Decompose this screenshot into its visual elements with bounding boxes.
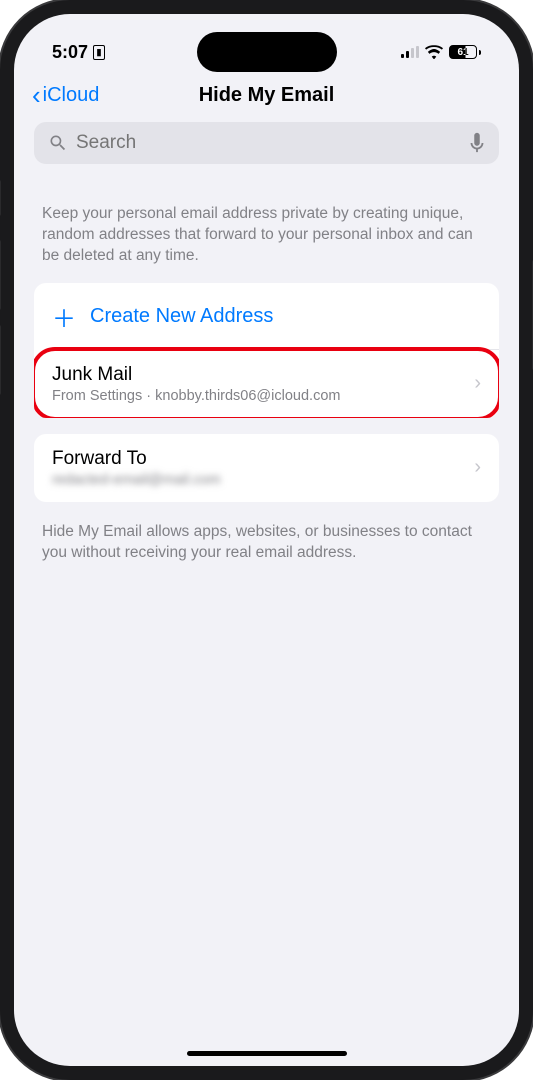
- dynamic-island: [197, 32, 337, 72]
- intro-text: Keep your personal email address private…: [34, 182, 499, 283]
- alias-item-junk-mail[interactable]: Junk Mail From Settings · knobby.thirds0…: [34, 350, 499, 418]
- forward-title: Forward To: [52, 448, 474, 470]
- volume-up-button: [0, 240, 1, 310]
- wifi-icon: [425, 45, 443, 59]
- create-label: Create New Address: [90, 305, 273, 328]
- status-left: 5:07 ▮: [52, 42, 105, 63]
- phone-screen: 5:07 ▮ 61 ‹ iCloud: [14, 14, 519, 1066]
- volume-down-button: [0, 325, 1, 395]
- back-button[interactable]: ‹ iCloud: [32, 80, 99, 111]
- microphone-icon[interactable]: [469, 132, 485, 154]
- silent-switch: [0, 180, 1, 216]
- battery-indicator: 61: [449, 45, 481, 59]
- page-title: Hide My Email: [199, 84, 335, 107]
- back-label: iCloud: [43, 84, 100, 107]
- search-input[interactable]: [76, 132, 469, 154]
- nav-bar: ‹ iCloud Hide My Email: [14, 70, 519, 118]
- forward-to-item[interactable]: Forward To redacted-email@mail.com ›: [34, 434, 499, 502]
- alias-item-content: Junk Mail From Settings · knobby.thirds0…: [52, 364, 474, 404]
- alias-subtitle: From Settings · knobby.thirds06@icloud.c…: [52, 388, 474, 404]
- search-icon: [48, 133, 68, 153]
- cellular-signal-icon: [401, 46, 420, 58]
- chevron-right-icon: ›: [474, 456, 481, 479]
- phone-frame: 5:07 ▮ 61 ‹ iCloud: [0, 0, 533, 1080]
- forward-email: redacted-email@mail.com: [52, 472, 474, 488]
- status-time: 5:07: [52, 42, 88, 63]
- chevron-left-icon: ‹: [32, 80, 41, 111]
- content-area: Keep your personal email address private…: [14, 118, 519, 572]
- footer-text: Hide My Email allows apps, websites, or …: [34, 518, 499, 568]
- alias-title: Junk Mail: [52, 364, 474, 386]
- forward-content: Forward To redacted-email@mail.com: [52, 448, 474, 488]
- home-indicator[interactable]: [187, 1051, 347, 1056]
- search-bar[interactable]: [34, 122, 499, 164]
- create-new-address-button[interactable]: ＋ Create New Address: [34, 283, 499, 350]
- plus-icon: ＋: [52, 299, 76, 334]
- forward-list-group: Forward To redacted-email@mail.com ›: [34, 434, 499, 502]
- status-right: 61: [401, 45, 482, 59]
- alias-list-group: ＋ Create New Address Junk Mail From Sett…: [34, 283, 499, 418]
- chevron-right-icon: ›: [474, 372, 481, 395]
- sim-card-icon: ▮: [93, 45, 105, 60]
